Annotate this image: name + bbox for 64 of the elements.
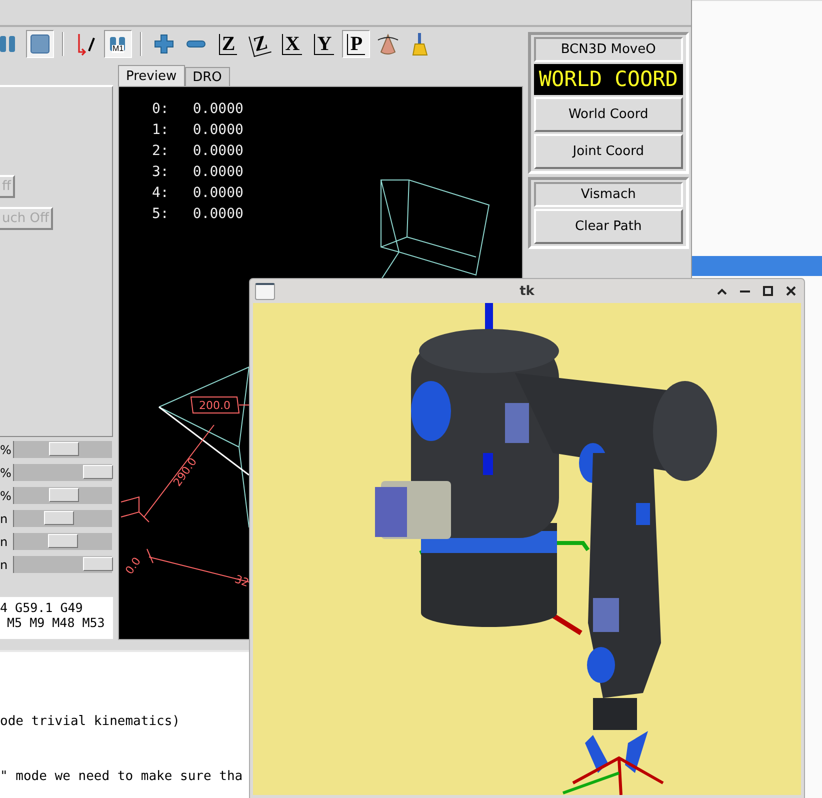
columns-icon [0, 34, 17, 54]
axis-value: 0.0000 [192, 143, 244, 161]
axis-label: 0: [152, 101, 169, 119]
toolbar-button[interactable]: X [278, 30, 306, 58]
cone-icon [376, 32, 400, 56]
minimize-icon[interactable] [740, 290, 750, 292]
slider-thumb[interactable] [44, 511, 74, 525]
gcode-text: M5 M9 M48 M53 [6, 615, 106, 630]
slider-thumb[interactable] [48, 442, 78, 456]
chevron-up-icon[interactable] [717, 288, 727, 294]
slider-track[interactable] [13, 556, 112, 573]
axis-label: 4: [152, 185, 169, 203]
slider-track[interactable] [13, 441, 112, 458]
slider-track[interactable] [13, 510, 112, 527]
maximize-icon[interactable] [763, 286, 773, 296]
dimension-marker [120, 496, 140, 518]
slider-thumb[interactable] [83, 465, 113, 479]
axis-value: 0.0000 [192, 164, 244, 182]
slider-label: n [0, 512, 9, 526]
slider-thumb[interactable] [83, 557, 113, 571]
tab[interactable]: DRO [184, 67, 230, 86]
axis-value: 0.0000 [192, 101, 244, 119]
dimension-label: 200.0 [199, 399, 230, 412]
slider-track[interactable] [13, 464, 112, 481]
slider-track[interactable] [13, 487, 112, 504]
square-icon [30, 34, 50, 54]
slider-label: n [0, 534, 9, 548]
slider-thumb[interactable] [48, 534, 78, 548]
code-line: ode trivial kinematics) [0, 714, 182, 729]
slider-label: % [0, 488, 12, 502]
coord-button[interactable]: World Coord [534, 97, 683, 132]
axis-label: 1: [152, 122, 169, 140]
brush-icon [410, 32, 430, 56]
toolbar-button[interactable]: P [342, 30, 370, 58]
window-icon[interactable] [255, 282, 275, 300]
axis-label: 2: [152, 143, 169, 161]
arrow-icon [76, 32, 96, 56]
slider-thumb[interactable] [48, 488, 78, 502]
gcode-text: 4 G59.1 G49 [0, 600, 84, 615]
code-line: " mode we need to make sure tha [0, 769, 244, 784]
slider-label: % [0, 466, 12, 480]
toolbar-button[interactable]: M1 [104, 30, 132, 58]
tab[interactable]: Preview [118, 65, 185, 86]
toolbar-button[interactable]: Z [214, 30, 242, 58]
axis-label: 3: [152, 164, 169, 182]
axis-value: 0.0000 [192, 122, 244, 140]
toolbar-button[interactable]: Z [246, 30, 274, 58]
clear-path-button[interactable]: Clear Path [534, 209, 683, 244]
axis-label: 5: [152, 206, 169, 224]
minus-icon [186, 40, 206, 48]
slider-label: n [0, 558, 9, 572]
window-title: tk [520, 284, 534, 298]
axis-value: 0.0000 [192, 206, 244, 224]
slider-label: % [0, 442, 12, 456]
group-title: Vismach [534, 182, 683, 207]
group-title: BCN3D MoveO [534, 37, 683, 62]
axis-value: 0.0000 [192, 185, 244, 203]
mode-display: WORLD COORD [534, 64, 683, 95]
plus-icon [154, 34, 174, 54]
coord-button[interactable]: Joint Coord [534, 134, 683, 169]
close-icon[interactable] [786, 286, 796, 296]
slider-track[interactable] [13, 533, 112, 550]
dimension-label: 0.0 [122, 554, 144, 577]
toolbar-button[interactable]: Y [310, 30, 338, 58]
